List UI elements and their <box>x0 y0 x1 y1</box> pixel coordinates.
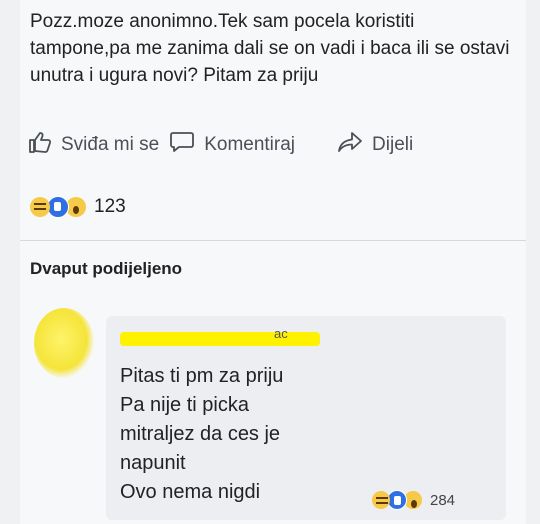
comment-bubble: ac Pitas ti pm za priju Pa nije ti picka… <box>106 316 506 520</box>
comment-line: mitraljez da ces je <box>120 423 281 445</box>
name-redaction <box>120 332 320 346</box>
comment-label: Komentiraj <box>204 134 296 155</box>
comment-text: Pitas ti pm za priju Pa nije ti picka mi… <box>120 362 500 507</box>
right-frame <box>526 0 540 524</box>
comment-icon <box>169 131 195 159</box>
like-icon <box>387 490 407 510</box>
comment-line: Pa nije ti picka <box>120 394 249 416</box>
comment-button[interactable]: Komentiraj <box>169 131 295 159</box>
reaction-count: 123 <box>94 196 126 217</box>
share-label: Dijeli <box>372 134 414 155</box>
post-text: Pozz.moze anonimno.Tek sam pocela korist… <box>30 11 510 86</box>
comment-reactions[interactable]: 284 <box>372 488 455 512</box>
left-frame <box>0 0 20 524</box>
haha-icon <box>30 197 50 217</box>
comment-line: napunit <box>120 452 186 474</box>
divider <box>20 240 526 241</box>
like-icon <box>47 196 69 218</box>
like-button[interactable]: Sviđa mi se <box>28 131 159 159</box>
commenter-name-fragment: ac <box>274 326 288 341</box>
share-arrow-icon <box>337 131 363 159</box>
comment-line: Pitas ti pm za priju <box>120 365 284 387</box>
comment-reaction-count: 284 <box>430 491 456 509</box>
facebook-post: Pozz.moze anonimno.Tek sam pocela korist… <box>20 0 526 524</box>
post-reactions[interactable]: 123 <box>30 193 126 221</box>
haha-icon <box>372 491 390 509</box>
avatar-redacted <box>34 308 94 378</box>
post-actions-bar: Sviđa mi se Komentiraj Dijeli <box>20 127 526 163</box>
thumbs-up-icon <box>28 131 52 159</box>
wow-icon <box>66 197 86 217</box>
shared-count-label[interactable]: Dvaput podijeljeno <box>30 259 182 279</box>
like-label: Sviđa mi se <box>61 134 160 155</box>
share-button[interactable]: Dijeli <box>337 131 413 159</box>
